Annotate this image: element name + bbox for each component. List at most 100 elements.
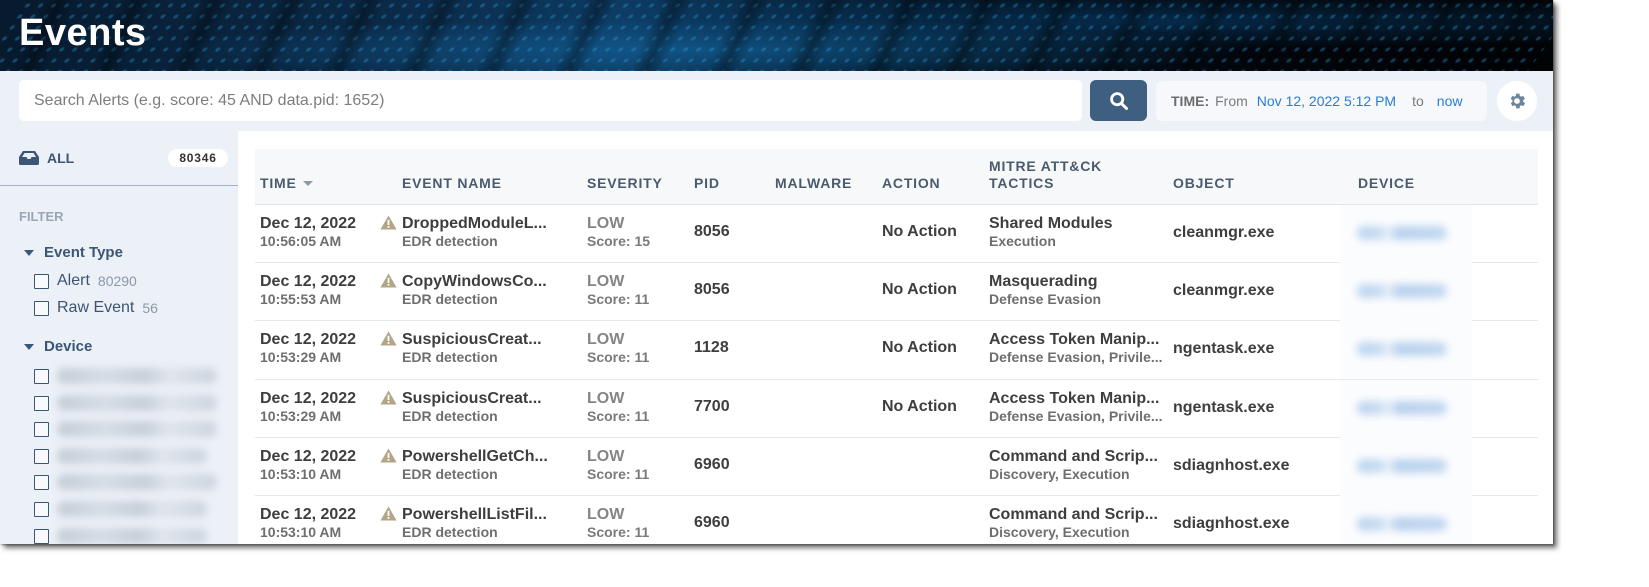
column-header-mitre[interactable]: MITRE ATT&CK TACTICS xyxy=(989,158,1119,192)
time-cell: Dec 12, 2022 10:53:29 AM xyxy=(260,389,356,425)
warning-icon xyxy=(380,390,397,405)
filter-group-device[interactable]: Device xyxy=(24,338,92,355)
action: No Action xyxy=(882,339,957,357)
event-name-cell: SuspiciousCreat... EDR detection xyxy=(380,330,542,366)
severity-level: LOW xyxy=(587,215,625,232)
column-header-object[interactable]: OBJECT xyxy=(1173,175,1235,192)
table-row[interactable]: Dec 12, 2022 10:53:10 AM PowershellGetCh… xyxy=(255,437,1538,496)
time-to-link[interactable]: now xyxy=(1437,93,1463,109)
table-row[interactable]: Dec 12, 2022 10:53:10 AM PowershellListF… xyxy=(255,495,1538,544)
gear-icon xyxy=(1510,93,1526,109)
event-name[interactable]: PowershellListFil... xyxy=(402,505,547,524)
filter-option-device[interactable] xyxy=(34,368,217,384)
severity-score: Score: 11 xyxy=(587,349,650,366)
time-from-word: From xyxy=(1215,93,1248,109)
checkbox[interactable] xyxy=(34,474,49,490)
column-header-device[interactable]: DEVICE xyxy=(1358,175,1415,192)
table-row[interactable]: Dec 12, 2022 10:53:29 AM SuspiciousCreat… xyxy=(255,379,1538,438)
table-row[interactable]: Dec 12, 2022 10:55:53 AM CopyWindowsCo..… xyxy=(255,263,1538,322)
event-name[interactable]: CopyWindowsCo... xyxy=(402,272,547,291)
event-time: 10:53:10 AM xyxy=(260,465,342,482)
event-date: Dec 12, 2022 xyxy=(260,505,357,523)
filter-option-device[interactable] xyxy=(34,528,207,544)
checkbox[interactable] xyxy=(34,368,49,384)
redacted-device-link[interactable] xyxy=(1357,342,1447,357)
event-name[interactable]: SuspiciousCreat... xyxy=(402,330,542,349)
filter-option-count: 56 xyxy=(142,300,158,316)
checkbox[interactable] xyxy=(34,421,49,437)
filter-sidebar: ALL 80346 FILTER Event Type Alert 80290 … xyxy=(0,131,238,544)
event-name[interactable]: DroppedModuleL... xyxy=(402,214,547,233)
filter-group-event-type[interactable]: Event Type xyxy=(24,244,123,261)
redacted-device-name xyxy=(57,528,207,544)
redacted-device-link[interactable] xyxy=(1357,284,1447,299)
event-name[interactable]: PowershellGetCh... xyxy=(402,447,548,466)
filter-option-device[interactable] xyxy=(34,421,217,437)
redacted-device-link[interactable] xyxy=(1357,516,1447,531)
event-date: Dec 12, 2022 xyxy=(260,447,357,465)
action: No Action xyxy=(882,281,957,299)
table-row[interactable]: Dec 12, 2022 10:56:05 AM DroppedModuleL.… xyxy=(255,205,1538,264)
table-row[interactable]: Dec 12, 2022 10:53:29 AM SuspiciousCreat… xyxy=(255,321,1538,380)
settings-button[interactable] xyxy=(1497,81,1537,121)
filter-option-raw-event[interactable]: Raw Event 56 xyxy=(34,299,158,317)
warning-icon xyxy=(380,215,397,230)
column-header-action[interactable]: ACTION xyxy=(882,175,940,192)
column-header-pid[interactable]: PID xyxy=(694,175,720,192)
mitre-cell: Access Token Manip... Defense Evasion, P… xyxy=(989,389,1164,425)
filter-group-title: Device xyxy=(44,338,93,355)
event-type: EDR detection xyxy=(402,523,498,540)
checkbox[interactable] xyxy=(34,395,49,411)
search-button[interactable] xyxy=(1090,80,1147,121)
checkbox[interactable] xyxy=(34,448,49,464)
mitre-cell: Command and Scrip... Discovery, Executio… xyxy=(989,505,1164,541)
severity-score: Score: 11 xyxy=(587,407,650,424)
object: cleanmgr.exe xyxy=(1173,224,1275,241)
severity-score: Score: 15 xyxy=(587,233,651,249)
filter-option-device[interactable] xyxy=(34,395,217,411)
event-type: EDR detection xyxy=(402,349,498,366)
mitre-cell: Masquerading Defense Evasion xyxy=(989,272,1164,308)
search-input[interactable] xyxy=(19,80,1082,121)
pid: 1128 xyxy=(694,339,729,357)
mitre-tactics: Defense Evasion, Privile... xyxy=(989,349,1163,366)
device-cell xyxy=(1340,379,1472,438)
checkbox[interactable] xyxy=(34,300,49,316)
filter-option-device[interactable] xyxy=(34,501,207,517)
filter-option-device[interactable] xyxy=(34,448,207,464)
time-range-picker[interactable]: TIME: From Nov 12, 2022 5:12 PM to now xyxy=(1156,81,1487,121)
severity-cell: LOW Score: 15 xyxy=(587,214,650,250)
redacted-device-link[interactable] xyxy=(1357,458,1447,473)
all-events-item[interactable]: ALL 80346 xyxy=(0,131,238,186)
event-type: EDR detection xyxy=(402,291,498,308)
checkbox[interactable] xyxy=(34,273,49,289)
pid: 8056 xyxy=(694,223,730,240)
column-header-event-name[interactable]: EVENT NAME xyxy=(402,175,502,192)
checkbox[interactable] xyxy=(34,501,49,517)
mitre-technique: Masquerading xyxy=(989,273,1098,291)
device-cell xyxy=(1340,321,1472,380)
object: ngentask.exe xyxy=(1173,340,1275,358)
time-from-link[interactable]: Nov 12, 2022 5:12 PM xyxy=(1257,93,1396,109)
filter-option-device[interactable] xyxy=(34,474,217,490)
all-events-label: ALL xyxy=(47,150,75,166)
event-name[interactable]: SuspiciousCreat... xyxy=(402,389,542,408)
device-cell xyxy=(1340,205,1472,263)
column-header-time[interactable]: TIME xyxy=(260,175,313,192)
pid: 8056 xyxy=(694,281,730,299)
column-header-severity[interactable]: SEVERITY xyxy=(587,175,663,192)
caret-down-icon xyxy=(24,249,34,256)
severity-level: LOW xyxy=(587,447,625,465)
filter-heading: FILTER xyxy=(19,209,64,224)
filter-option-alert[interactable]: Alert 80290 xyxy=(34,272,137,290)
severity-level: LOW xyxy=(587,273,625,291)
filter-group-title: Event Type xyxy=(44,244,123,261)
checkbox[interactable] xyxy=(34,528,49,544)
column-header-malware[interactable]: MALWARE xyxy=(775,175,852,192)
warning-icon xyxy=(380,273,397,288)
redacted-device-link[interactable] xyxy=(1357,226,1447,240)
severity-level: LOW xyxy=(587,389,625,407)
redacted-device-link[interactable] xyxy=(1357,400,1447,415)
object: cleanmgr.exe xyxy=(1173,282,1275,300)
mitre-technique: Shared Modules xyxy=(989,215,1113,232)
